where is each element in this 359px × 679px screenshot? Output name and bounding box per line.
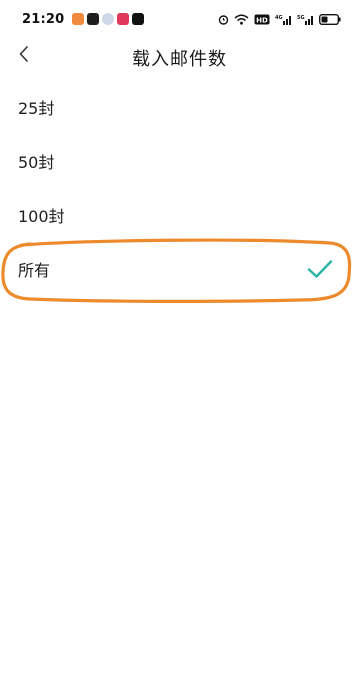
check-icon (307, 259, 333, 279)
app-icon-photos (72, 13, 85, 25)
alarm-icon (218, 14, 229, 25)
svg-text:HD: HD (256, 16, 268, 24)
option-label: 50封 (18, 153, 55, 172)
app-icon-weather (102, 13, 115, 25)
option-label: 100封 (18, 207, 65, 226)
hd-icon: HD (254, 14, 270, 25)
header: 载入邮件数 (0, 38, 359, 78)
signal-icon-2: 5G (297, 14, 314, 25)
status-right-icons: HD 4G 5G (218, 13, 341, 25)
battery-icon (319, 13, 341, 25)
svg-text:4G: 4G (275, 15, 283, 21)
svg-text:5G: 5G (297, 15, 305, 21)
option-label: 所有 (18, 261, 51, 280)
option-100[interactable]: 100封 (0, 188, 359, 242)
status-time: 21:20 (22, 11, 65, 27)
wifi-icon (234, 14, 249, 25)
option-all[interactable]: 所有 (0, 242, 359, 296)
option-label: 25封 (18, 99, 55, 118)
app-icon-tiktok (132, 13, 145, 25)
options-list: 25封 50封 100封 所有 (0, 80, 359, 296)
signal-icon-1: 4G (275, 14, 292, 25)
page-title: 载入邮件数 (132, 49, 227, 70)
status-bar: 21:20 HD 4G 5G (0, 0, 359, 38)
option-50[interactable]: 50封 (0, 134, 359, 188)
app-icon-camera (87, 13, 100, 25)
notification-app-icons (72, 13, 145, 25)
option-25[interactable]: 25封 (0, 80, 359, 134)
app-icon-video (117, 13, 130, 25)
